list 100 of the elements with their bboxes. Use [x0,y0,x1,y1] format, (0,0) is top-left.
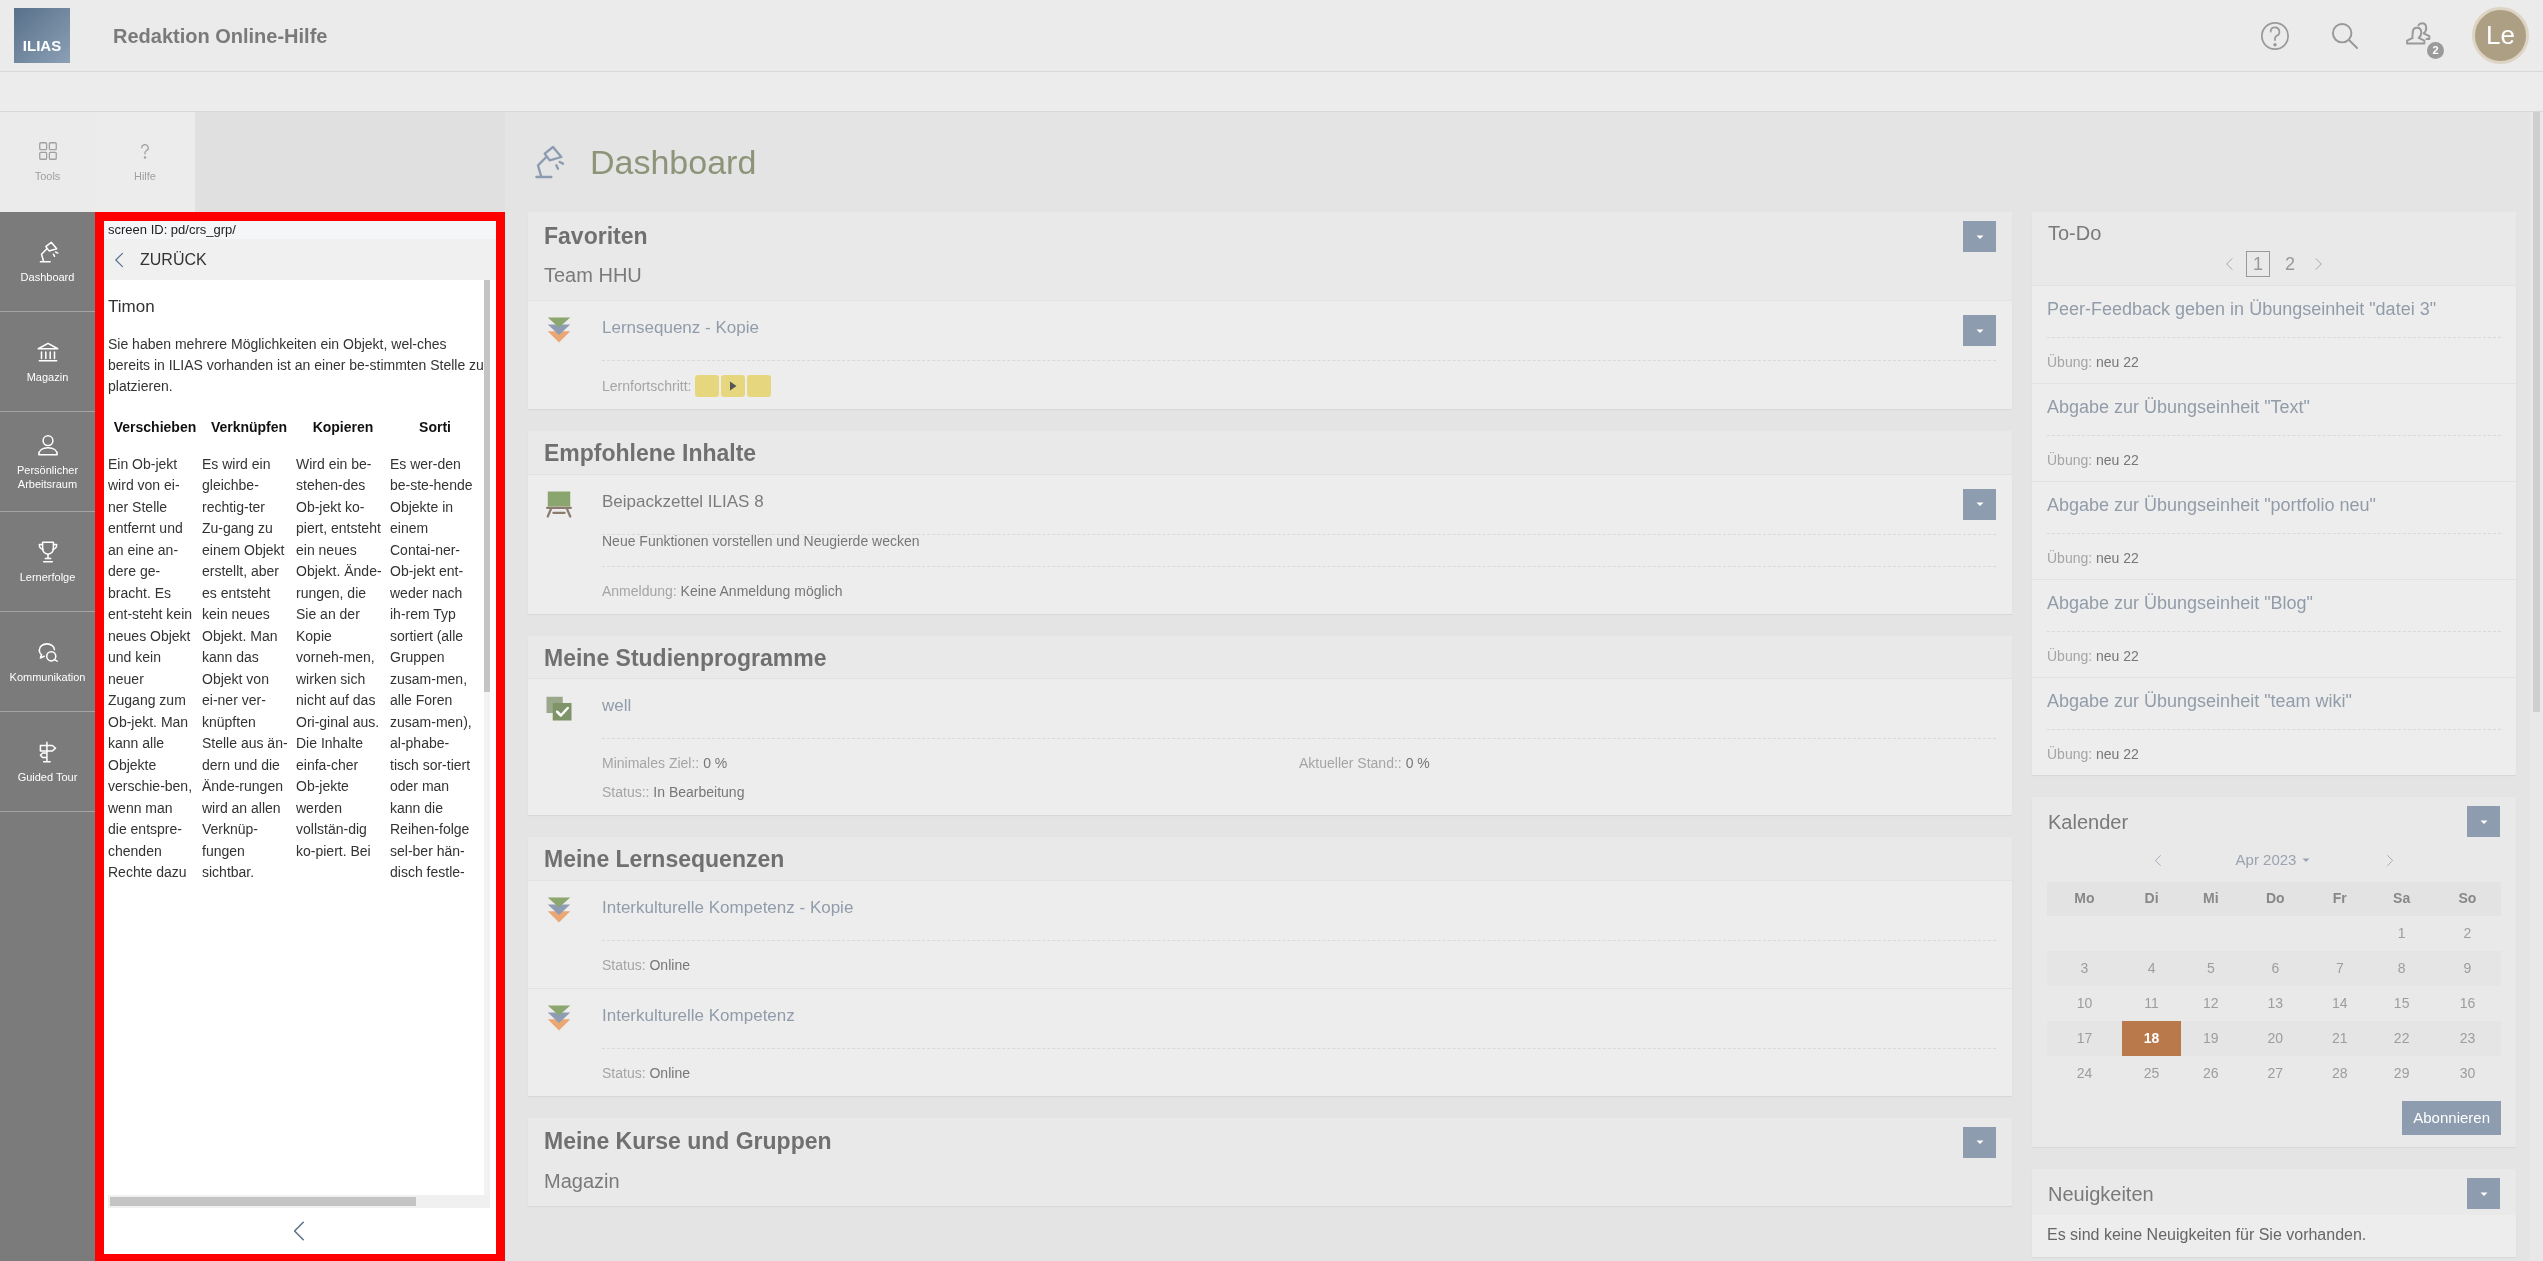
weekday-label: Mo [2047,881,2122,916]
item-link[interactable]: Interkulturelle Kompetenz [602,1002,795,1029]
block-subtitle: Magazin [543,1168,621,1194]
property: Anmeldung: Keine Anmeldung möglich [602,581,843,601]
calendar-day[interactable]: 9 [2433,950,2501,986]
calendar-day[interactable]: 27 [2240,1055,2311,1091]
todo-meta: Übung: neu 22 [2047,549,2140,568]
block-subtitle: Team HHU [543,263,643,288]
calendar-day[interactable]: 15 [2369,985,2434,1021]
back-button[interactable]: ZURÜCK [104,239,496,280]
weekday-label: Do [2240,881,2311,916]
calendar-day[interactable]: 22 [2369,1020,2434,1056]
todo-link[interactable]: Abgabe zur Übungseinheit "Blog" [2047,590,2501,632]
calendar-day[interactable]: 4 [2121,950,2182,986]
calendar-day[interactable]: 3 [2047,950,2122,986]
help-button[interactable] [2260,20,2290,51]
tool-tab[interactable]: Hilfe [95,112,195,212]
weekday-label: Di [2121,881,2182,916]
site-title: Redaktion Online-Hilfe [113,23,328,49]
calendar-day[interactable]: 11 [2121,985,2182,1021]
todo-link[interactable]: Abgabe zur Übungseinheit "team wiki" [2047,688,2501,730]
page-title: Dashboard [590,141,757,183]
weekday-label: So [2433,881,2501,916]
calendar-day[interactable]: 26 [2181,1055,2241,1091]
todo-link[interactable]: Peer-Feedback geben in Übungseinheit "datei 3" [2047,296,2501,338]
column-text: Wird ein be-stehen-des Ob-jekt ko-piert, entsteht ein neues Objekt. Ände-rungen, die Sie an der Kopie vorneh-men, wirken sich nicht auf das Ori-ginal aus. Die Inhalte einfa-cher Ob-jekte werden vollstän-dig ko-piert. Bei [296,454,382,861]
column-text: Es wird ein gleichbe-rechtig-ter Zu-gang zu einem Objekt erstellt, aber es entsteht kein neues Objekt. Man kann das Objekt von ei-ner ver-knüpften Stelle aus än-dern und die Ände-rungen wird an allen Verknüp-fungen sichtbar. [202,454,288,882]
block-title: Empfohlene Inhalte [544,440,757,468]
property: Status: Online [602,1063,690,1083]
todo-link[interactable]: Abgabe zur Übungseinheit "portfolio neu" [2047,492,2501,534]
block-title: Neuigkeiten [2048,1181,2154,1206]
calendar-day[interactable]: 17 [2047,1020,2122,1056]
calendar-day[interactable]: 28 [2310,1055,2370,1091]
calendar-day[interactable]: 30 [2433,1055,2501,1091]
calendar-day[interactable]: 2 [2433,915,2501,951]
logo: ILIAS [14,8,70,63]
help-icon [2260,20,2290,51]
block-title: Meine Studienprogramme [544,644,827,673]
calendar-day[interactable]: 12 [2181,985,2241,1021]
property: Status: Online [602,955,690,975]
column-heading: Verknüpfen [209,417,289,437]
user-avatar[interactable]: Le [2472,7,2529,64]
weekday-label: Mi [2181,881,2241,916]
calendar-day[interactable]: 8 [2369,950,2434,986]
dropdown-button[interactable] [1963,488,1996,520]
notification-badge: 2 [2427,41,2444,59]
item-link[interactable]: Interkulturelle Kompetenz - Kopie [602,894,854,921]
weekday-label: Fr [2310,881,2370,916]
page-button[interactable]: 1 [2246,251,2270,277]
column-heading: Sorti [418,417,452,437]
item-link[interactable]: Lernsequenz - Kopie [602,315,759,341]
block-title: To-Do [2048,221,2103,245]
calendar-day[interactable]: 16 [2433,985,2501,1021]
column-text: Es wer-den be-ste-hende Objekte in einem Contai-ner-Ob-jekt ent-weder nach ih-rem Typ sortiert (alle Gruppen zusam-men, alle Foren zusam-men), al-phabe-tisch sor-tiert oder man kann die Reihen-folge sel-ber hän-disch festle- [390,454,474,882]
column-heading: Verschieben [112,417,198,437]
todo-meta: Übung: neu 22 [2047,647,2140,666]
column-text: Ein Ob-jekt wird von ei-ner Stelle entfernt und an eine an-dere ge-bracht. Es ent-steht kein neues Objekt und kein neuer Zugang zum Ob-jekt. Man kann alle Objekte verschie-ben, wenn man die entspre-chenden Rechte dazu [108,454,194,882]
block-title: Meine Kurse und Gruppen [544,1128,832,1157]
calendar-day[interactable]: 13 [2240,985,2311,1021]
page-button[interactable]: 2 [2278,251,2302,277]
block-title: Meine Lernsequenzen [544,846,785,874]
property: Aktueller Stand:: 0 % [1299,754,1430,774]
item-title: Beipackzettel ILIAS 8 [602,490,764,513]
calendar-day[interactable]: 10 [2047,985,2122,1021]
calendar-day[interactable]: 5 [2181,950,2241,986]
month-dropdown[interactable]: Apr 2023 [2235,849,2313,872]
grid-icon [36,139,59,162]
property-label: Lernfortschritt: [602,376,692,396]
tool-tab[interactable]: Tools [0,112,95,212]
calendar-day[interactable]: 25 [2121,1055,2182,1091]
calendar-day[interactable]: 6 [2240,950,2311,986]
dropdown-button[interactable] [2467,806,2500,837]
subscribe-button[interactable]: Abonnieren [2402,1100,2501,1135]
item-link[interactable]: well [602,693,632,719]
calendar-day[interactable]: 23 [2433,1020,2501,1056]
calendar-day[interactable]: 1 [2369,915,2434,951]
dropdown-button[interactable] [1963,221,1996,252]
todo-link[interactable]: Abgabe zur Übungseinheit "Text" [2047,394,2501,436]
dropdown-button[interactable] [1963,1126,1996,1158]
calendar-day[interactable]: 21 [2310,1020,2370,1056]
todo-meta: Übung: neu 22 [2047,451,2140,470]
block-title: Favoriten [544,222,648,251]
calendar-day[interactable]: 19 [2181,1020,2241,1056]
property: Status:: In Bearbeitung [602,783,745,803]
column-heading: Kopieren [311,417,375,437]
weekday-label: Sa [2369,881,2434,916]
block-title: Kalender [2048,809,2129,834]
item-description: Neue Funktionen vorstellen und Neugierde wecken [602,520,1996,567]
dropdown-button[interactable] [2467,1178,2500,1209]
help-title: Timon [108,296,156,318]
screen-id: screen ID: pd/crs_grp/ [104,221,496,239]
calendar-day[interactable]: 14 [2310,985,2370,1021]
calendar-day[interactable]: 29 [2369,1055,2434,1091]
todo-meta: Übung: neu 22 [2047,745,2140,764]
calendar-day[interactable]: 18 [2121,1020,2182,1056]
news-text: Es sind keine Neuigkeiten für Sie vorhanden. [2032,1215,2516,1257]
dropdown-button[interactable] [1963,315,1996,346]
calendar-day[interactable]: 20 [2240,1020,2311,1056]
calendar-day[interactable]: 24 [2047,1055,2122,1091]
calendar-day[interactable]: 7 [2310,950,2370,986]
